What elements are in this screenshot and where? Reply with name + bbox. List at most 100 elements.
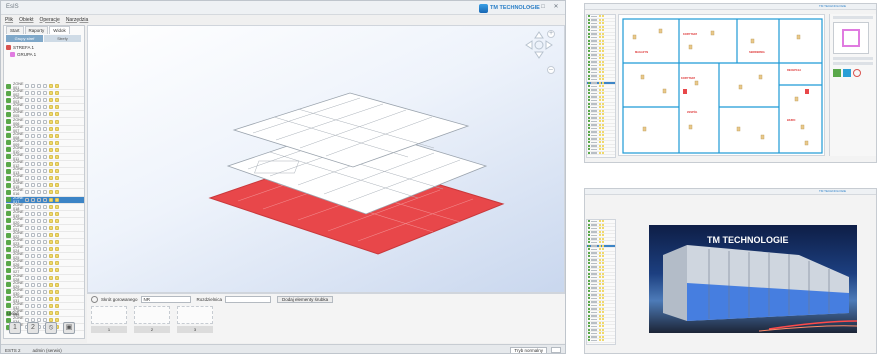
action-icon[interactable]: [25, 133, 29, 138]
action-icon[interactable]: [31, 225, 35, 230]
menu-tools[interactable]: Narzędzia: [66, 17, 89, 23]
action-icon[interactable]: [31, 162, 35, 167]
expand-icon[interactable]: [6, 197, 11, 203]
action-icon[interactable]: [43, 275, 47, 280]
action-icon[interactable]: [31, 190, 35, 195]
status-icon[interactable]: [55, 233, 59, 238]
action-icon[interactable]: [31, 240, 35, 245]
zoom-in-icon[interactable]: +: [547, 30, 555, 38]
status-icon[interactable]: [49, 84, 53, 89]
action-icon[interactable]: [25, 140, 29, 145]
tree-root[interactable]: STREFA 1: [6, 44, 82, 51]
action-icon[interactable]: [37, 197, 41, 202]
action-icon[interactable]: [31, 218, 35, 223]
action-icon[interactable]: [31, 296, 35, 301]
floor-select[interactable]: NR: [140, 296, 191, 303]
action-icon[interactable]: [37, 112, 41, 117]
mini-zone-row[interactable]: [587, 339, 615, 343]
status-icon[interactable]: [55, 162, 59, 167]
action-icon[interactable]: [31, 112, 35, 117]
action-icon[interactable]: [37, 254, 41, 259]
expand-icon[interactable]: [6, 246, 11, 252]
3d-viewport[interactable]: + –: [87, 25, 565, 293]
action-icon[interactable]: [25, 154, 29, 159]
status-icon[interactable]: [49, 268, 53, 273]
expand-icon[interactable]: [6, 182, 11, 188]
action-icon[interactable]: [37, 261, 41, 266]
action-icon[interactable]: [25, 289, 29, 294]
action-icon[interactable]: [25, 190, 29, 195]
status-icon[interactable]: [55, 91, 59, 96]
status-icon[interactable]: [55, 126, 59, 131]
action-icon[interactable]: [25, 197, 29, 202]
action-icon[interactable]: [43, 169, 47, 174]
status-icon[interactable]: [55, 261, 59, 266]
minimize-icon[interactable]: –: [525, 3, 535, 12]
action-icon[interactable]: [37, 190, 41, 195]
action-icon[interactable]: [31, 169, 35, 174]
action-icon[interactable]: [31, 154, 35, 159]
action-icon[interactable]: [43, 197, 47, 202]
status-icon[interactable]: [55, 204, 59, 209]
expand-icon[interactable]: [6, 168, 11, 174]
status-icon[interactable]: [55, 119, 59, 124]
status-icon[interactable]: [49, 140, 53, 145]
expand-icon[interactable]: [6, 161, 11, 167]
expand-icon[interactable]: [6, 119, 11, 125]
action-icon[interactable]: [25, 84, 29, 89]
action-icon[interactable]: [31, 140, 35, 145]
mini-zone-row[interactable]: [587, 151, 615, 155]
action-icon[interactable]: [31, 133, 35, 138]
expand-icon[interactable]: [6, 225, 11, 231]
status-icon[interactable]: [49, 105, 53, 110]
status-icon[interactable]: [55, 169, 59, 174]
menu-object[interactable]: Obiekt: [19, 17, 33, 23]
action-icon[interactable]: [37, 233, 41, 238]
action-icon[interactable]: [43, 254, 47, 259]
action-icon[interactable]: [43, 147, 47, 152]
status-icon[interactable]: [49, 233, 53, 238]
status-icon[interactable]: [49, 303, 53, 308]
action-icon[interactable]: [43, 268, 47, 273]
status-icon[interactable]: [49, 225, 53, 230]
action-icon[interactable]: [31, 176, 35, 181]
expand-icon[interactable]: [6, 282, 11, 288]
action-icon[interactable]: [43, 98, 47, 103]
tab-start[interactable]: Start: [6, 26, 24, 34]
tab-reports[interactable]: Raporty: [24, 26, 49, 34]
expand-icon[interactable]: [6, 90, 11, 96]
block-icon[interactable]: ⦸: [45, 322, 57, 334]
sub-tab-groups[interactable]: Grupy stref: [6, 35, 43, 42]
expand-icon[interactable]: [6, 97, 11, 103]
floor-thumbnail[interactable]: 2: [134, 306, 170, 334]
action-icon[interactable]: [43, 126, 47, 131]
action-icon[interactable]: [25, 261, 29, 266]
expand-icon[interactable]: [6, 175, 11, 181]
expand-icon[interactable]: [6, 133, 11, 139]
expand-icon[interactable]: [6, 147, 11, 153]
action-icon[interactable]: [37, 98, 41, 103]
action-icon[interactable]: [25, 240, 29, 245]
status-icon[interactable]: [55, 303, 59, 308]
status-icon[interactable]: [55, 176, 59, 181]
action-icon[interactable]: [43, 289, 47, 294]
action-icon[interactable]: [43, 261, 47, 266]
action-icon[interactable]: [37, 105, 41, 110]
status-icon[interactable]: [55, 154, 59, 159]
action-icon[interactable]: [37, 176, 41, 181]
action-icon[interactable]: [37, 204, 41, 209]
status-icon[interactable]: [55, 197, 59, 202]
status-icon[interactable]: [55, 218, 59, 223]
action-icon[interactable]: [37, 162, 41, 167]
blue-icon[interactable]: [843, 69, 851, 77]
expand-icon[interactable]: [6, 303, 11, 309]
status-icon[interactable]: [49, 289, 53, 294]
action-icon[interactable]: [25, 303, 29, 308]
add-elements-button[interactable]: Dodaj elementy śrubka: [277, 296, 334, 303]
menu-file[interactable]: Plik: [5, 17, 13, 23]
expand-icon[interactable]: [6, 260, 11, 266]
status-icon[interactable]: [49, 133, 53, 138]
status-icon[interactable]: [49, 119, 53, 124]
action-icon[interactable]: [25, 112, 29, 117]
status-icon[interactable]: [49, 190, 53, 195]
